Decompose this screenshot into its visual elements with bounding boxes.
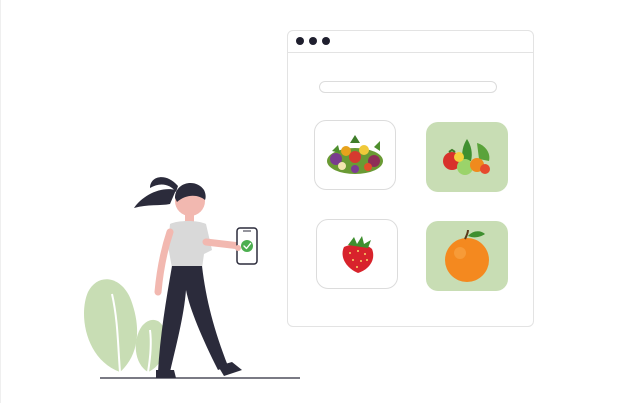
hand [235,245,241,251]
vegetables-pile-icon [327,135,383,174]
product-tile-mixed-vegetables[interactable] [314,120,396,190]
product-tile-orange[interactable] [426,221,508,291]
browser-window [287,30,534,327]
plant-decoration [83,279,166,373]
fruits-vegetables-icon [443,139,490,175]
window-dot-icon[interactable] [296,37,304,45]
strawberry-icon [342,236,374,273]
product-tile-strawberry[interactable] [316,219,398,289]
product-tile-fresh-produce[interactable] [426,122,508,192]
window-dot-icon[interactable] [322,37,330,45]
browser-titlebar [288,31,533,53]
orange-icon [445,229,489,282]
window-dot-icon[interactable] [309,37,317,45]
search-input[interactable] [319,81,497,93]
check-circle-icon [241,240,253,252]
illustration-stage [0,0,619,403]
